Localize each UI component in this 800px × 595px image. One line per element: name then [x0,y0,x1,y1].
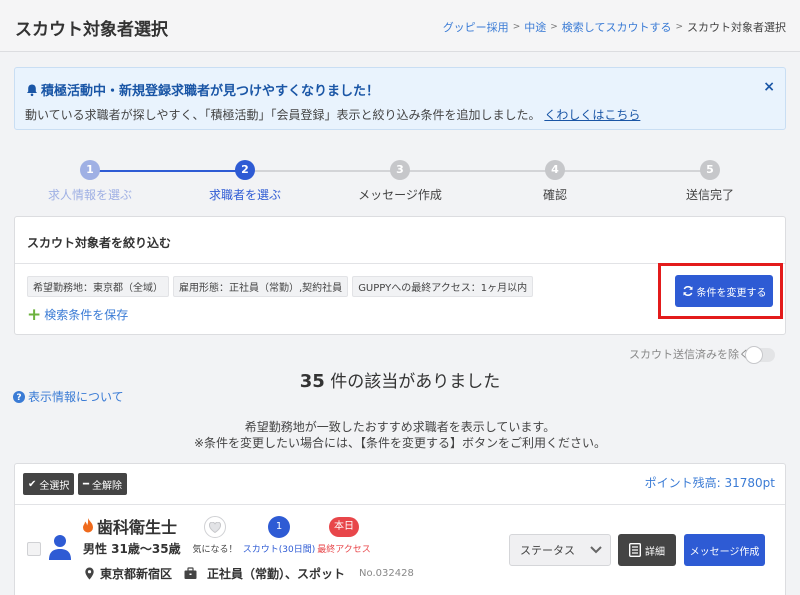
create-message-button[interactable]: メッセージ作成 [684,534,765,566]
step-5-circle: 5 [700,160,720,180]
save-search-label: 検索条件を保存 [44,308,129,322]
page-header: スカウト対象者選択 グッピー採用 > 中途 > 検索してスカウトする > スカウ… [0,0,800,52]
last-access-value: 本日 [329,517,359,537]
chevron-right-icon: > [512,22,521,32]
notice-title-text: 積極活動中・新規登録求職者が見つけやすくなりました！ [41,84,380,99]
notice-body: 動いている求職者が探しやすく、「積極活動」「会員登録」表示と絞り込み条件を追加し… [25,106,640,123]
result-count-number: 35 [299,371,325,392]
result-count-text: 件の該当がありました [330,372,501,392]
select-all-button[interactable]: ✔ 全選択 [23,473,75,495]
map-pin-icon [85,567,94,580]
step-1-circle: 1 [80,160,100,180]
breadcrumb-current: スカウト対象者選択 [687,21,786,34]
chevron-right-icon: > [675,22,683,32]
last-access-label: 最終アクセス [317,545,371,555]
candidate-job-text: 歯科衛生士 [97,518,178,537]
svg-text:?: ? [16,393,21,403]
briefcase-icon [184,567,197,579]
notice-title: 積極活動中・新規登録求職者が見つけやすくなりました！ [25,80,379,99]
candidate-location: 東京都新宿区 正社員（常勤）、スポット No.032428 [83,565,414,582]
step-3-circle: 3 [390,160,410,180]
question-icon: ? [13,390,25,403]
scout-count-number: 1 [268,516,290,538]
filter-title: スカウト対象者を絞り込む [27,236,172,250]
candidate-checkbox[interactable] [27,542,41,556]
exclude-sent-label: スカウト送信済みを除く [629,348,750,361]
detail-button[interactable]: 詳細 [618,534,676,566]
minus-icon: ━ [83,478,90,490]
step-3-label: メッセージ作成 [358,188,442,202]
points-balance: ポイント残高: 31780pt [644,476,775,490]
chevron-right-icon: > [550,22,558,32]
candidate-list: ✔ 全選択 ━ 全解除 ポイント残高: 31780pt 歯科衛生士 男性 31歳… [14,463,786,595]
step-4-circle: 4 [545,160,565,180]
result-description-1: 希望勤務地が一致したおすすめ求職者を表示しています。 [244,420,556,434]
save-search-link[interactable]: + 検索条件を保存 [27,306,128,323]
check-icon: ✔ [28,478,37,490]
candidate-location-text: 東京都新宿区 [100,567,173,581]
step-5: 5 送信完了 [650,160,770,203]
filter-tag-location: 希望勤務地：東京都（全域） [27,276,169,297]
step-2-circle: 2 [235,160,255,180]
result-description-2: ※条件を変更したい場合には、【条件を変更する】ボタンをご利用ください。 [193,436,607,450]
page-title: スカウト対象者選択 [15,20,168,40]
document-icon [629,543,641,557]
fire-icon [83,518,93,533]
refresh-icon [682,285,693,297]
breadcrumb-search-scout[interactable]: 検索してスカウトする [562,19,672,35]
divider [15,504,785,505]
step-4: 4 確認 [495,160,615,203]
notice-banner: 積極活動中・新規登録求職者が見つけやすくなりました！ 動いている求職者が探しやす… [14,67,786,130]
close-icon[interactable]: × [763,79,775,95]
bell-icon [27,84,37,96]
toggle-knob [745,346,763,364]
display-info-link[interactable]: ? 表示情報について [13,388,124,405]
candidate-employment: 正社員（常勤）、スポット [207,567,346,581]
heart-icon [204,516,226,538]
exclude-sent-toggle[interactable] [745,346,775,364]
deselect-all-button[interactable]: ━ 全解除 [78,473,128,495]
select-all-label: 全選択 [39,480,70,492]
deselect-all-label: 全解除 [92,480,123,492]
candidate-job: 歯科衛生士 [81,514,177,538]
step-3: 3 メッセージ作成 [340,160,460,203]
change-conditions-button[interactable]: 条件を変更する [675,275,773,307]
filter-tag-last-access: GUPPYへの最終アクセス：1ヶ月以内 [352,276,534,297]
filter-card: スカウト対象者を絞り込む 希望勤務地：東京都（全域） 雇用形態：正社員（常勤）,… [14,216,786,335]
last-access-badge: 本日 最終アクセス [306,517,382,555]
step-5-label: 送信完了 [685,188,734,202]
step-4-label: 確認 [542,188,567,202]
notice-detail-link[interactable]: くわしくはこちら [544,108,640,122]
notice-body-text: 動いている求職者が探しやすく、「積極活動」「会員登録」表示と絞り込み条件を追加し… [25,108,541,122]
breadcrumb-mid-career[interactable]: 中途 [524,19,546,35]
step-1-label: 求人情報を選ぶ [47,188,132,202]
avatar-icon [49,535,71,560]
filter-tags: 希望勤務地：東京都（全域） 雇用形態：正社員（常勤）,契約社員 GUPPYへの最… [27,276,534,297]
candidate-profile: 男性 31歳〜35歳 [83,542,181,556]
display-info-label: 表示情報について [28,390,124,404]
step-2-label: 求職者を選ぶ [208,188,281,202]
progress-stepper: 1 求人情報を選ぶ 2 求職者を選ぶ 3 メッセージ作成 4 確認 5 送信完了 [0,160,800,210]
change-conditions-label: 条件を変更する [696,287,767,299]
filter-tag-employment: 雇用形態：正社員（常勤）,契約社員 [173,276,349,297]
plus-icon: + [27,304,42,325]
candidate-number: No.032428 [359,568,414,579]
chevron-down-icon [590,546,602,554]
detail-button-label: 詳細 [645,546,665,558]
step-1: 1 求人情報を選ぶ [30,160,150,203]
breadcrumb: グッピー採用 > 中途 > 検索してスカウトする > スカウト対象者選択 [443,19,786,35]
status-select-value: ステータス [520,544,575,557]
status-select[interactable]: ステータス [509,534,611,566]
breadcrumb-guppy[interactable]: グッピー採用 [443,19,509,35]
step-line-todo [245,170,710,172]
step-2: 2 求職者を選ぶ [185,160,305,203]
